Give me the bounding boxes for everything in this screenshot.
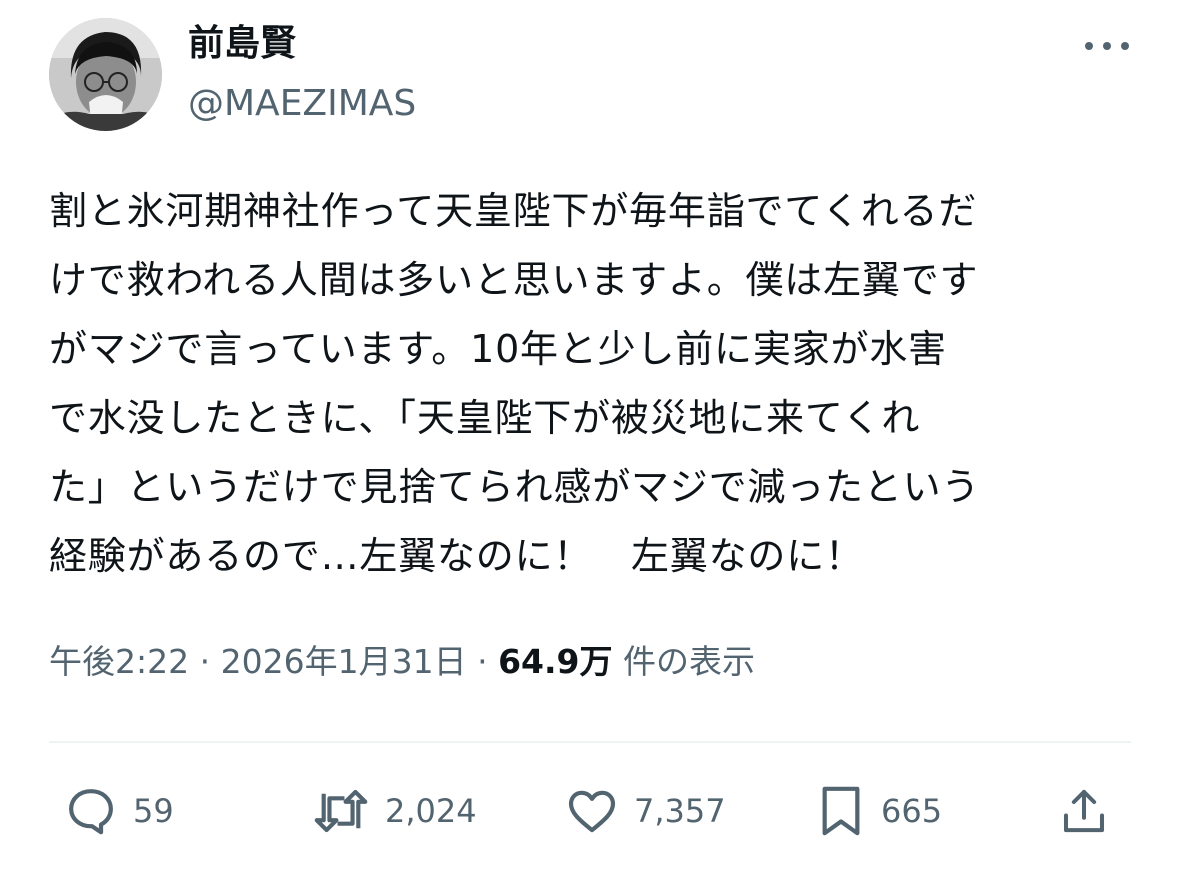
tweet-text-line: で水没したときに、「天皇陛下が被災地に来てくれ (49, 396, 921, 440)
like-button[interactable]: 7,357 (564, 780, 726, 842)
meta-separator: · (199, 642, 211, 681)
author-handle[interactable]: @MAEZIMAS (188, 80, 416, 128)
share-button[interactable] (1057, 780, 1111, 842)
bookmark-button[interactable]: 665 (815, 780, 942, 842)
bookmark-count: 665 (881, 792, 943, 830)
divider (49, 741, 1131, 743)
tweet-meta: 午後2:22 · 2026年1月31日 · 64.9万 件の表示 (49, 638, 755, 686)
views-count[interactable]: 64.9万 (498, 642, 612, 681)
tweet-date[interactable]: 2026年1月31日 (221, 642, 467, 681)
retweet-icon (314, 789, 368, 833)
retweet-button[interactable]: 2,024 (311, 780, 477, 842)
retweet-count: 2,024 (385, 792, 477, 830)
reply-count: 59 (133, 792, 174, 830)
tweet-text-line: がマジで言っています。10年と少し前に実家が水害 (49, 327, 947, 371)
tweet-time[interactable]: 午後2:22 (49, 642, 189, 681)
more-dot (1121, 42, 1129, 50)
author-display-name[interactable]: 前島賢 (188, 18, 416, 70)
bookmark-icon (822, 786, 860, 836)
more-dot (1085, 42, 1093, 50)
author-names: 前島賢 @MAEZIMAS (188, 18, 416, 128)
more-dot (1103, 42, 1111, 50)
avatar-image (49, 18, 162, 131)
like-count: 7,357 (634, 792, 726, 830)
reply-icon (69, 789, 113, 835)
heart-icon (568, 790, 616, 833)
tweet-text-line: 経験があるので…左翼なのに！ 左翼なのに！ (49, 534, 864, 578)
tweet-text-line: た」というだけで見捨てられ感がマジで減ったという (49, 465, 981, 509)
share-icon (1063, 789, 1105, 833)
tweet-text: 割と氷河期神社作って天皇陛下が毎年詣でてくれるだ けで救われる人間は多いと思いま… (49, 177, 1134, 591)
views-label[interactable]: 件の表示 (623, 642, 755, 681)
meta-separator: · (477, 642, 488, 681)
action-bar: 59 2,024 7,357 665 (49, 780, 1131, 842)
more-icon[interactable] (1085, 34, 1129, 58)
tweet-text-line: けで救われる人間は多いと思いますよ。僕は左翼です (49, 258, 979, 302)
avatar[interactable] (49, 18, 162, 131)
reply-button[interactable]: 59 (63, 780, 174, 842)
tweet-detail: 前島賢 @MAEZIMAS 割と氷河期神社作って天皇陛下が毎年詣でてくれるだ け… (0, 0, 1179, 872)
tweet-text-line: 割と氷河期神社作って天皇陛下が毎年詣でてくれるだ (49, 189, 978, 233)
tweet-header: 前島賢 @MAEZIMAS (49, 18, 1139, 133)
